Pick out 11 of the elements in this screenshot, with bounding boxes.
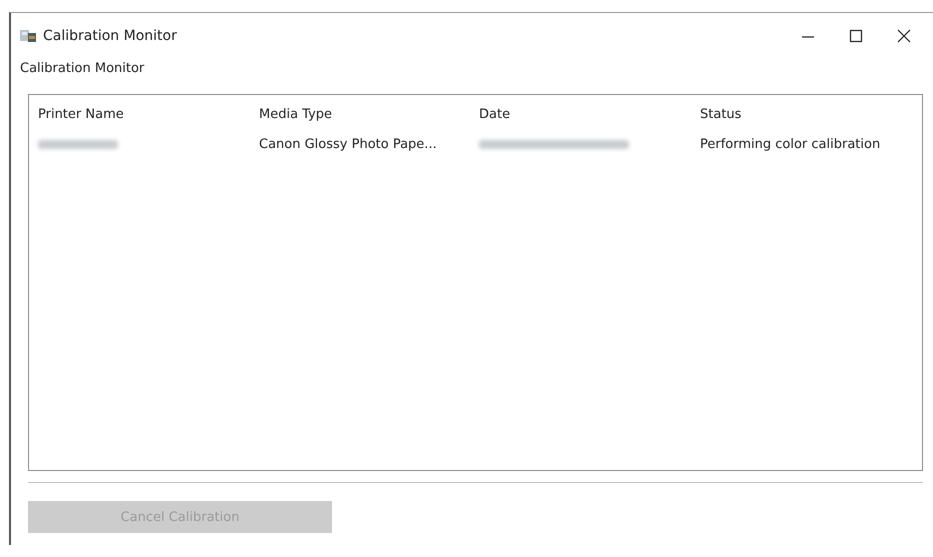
table-cell: Performing color calibration [700, 136, 880, 152]
section-label: Calibration Monitor [20, 61, 144, 76]
column-header[interactable]: Printer Name [38, 106, 124, 122]
maximize-icon[interactable] [849, 29, 863, 43]
column-header[interactable]: Status [700, 106, 742, 122]
column-header[interactable]: Media Type [259, 106, 332, 122]
printer-icon [19, 28, 37, 44]
column-header[interactable]: Date [479, 106, 510, 122]
close-icon[interactable] [897, 29, 911, 43]
table-cell: Canon Glossy Photo Pape... [259, 136, 437, 152]
window-title: Calibration Monitor [43, 28, 177, 44]
